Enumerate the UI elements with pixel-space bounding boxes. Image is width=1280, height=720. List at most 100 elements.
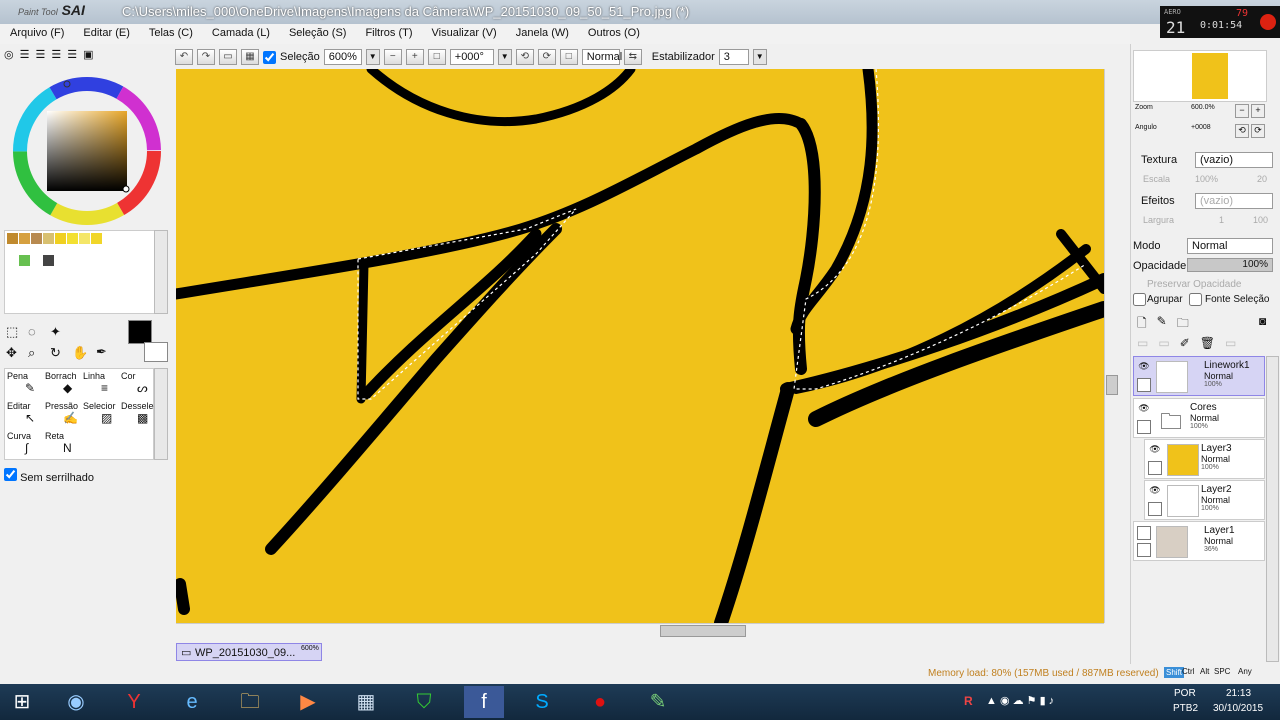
swatch-9[interactable] xyxy=(43,255,54,266)
layer-lock-checkbox[interactable] xyxy=(1137,420,1151,434)
tray-icons[interactable]: ▲ ◉ ☁ ⚑ ▮ ♪ xyxy=(986,694,1054,707)
nav-rotate-left-icon[interactable]: ⟲ xyxy=(1235,124,1249,138)
antialias-row[interactable]: Sem serrilhado xyxy=(4,468,94,484)
opacidade-slider[interactable]: 100% xyxy=(1187,258,1273,272)
yandex-icon[interactable]: Y xyxy=(114,686,154,718)
tool-selecionar[interactable]: Selecior ▨ xyxy=(83,401,121,431)
menu-telas[interactable]: Telas (C) xyxy=(139,24,202,39)
menu-editar[interactable]: Editar (E) xyxy=(73,24,138,39)
undo-icon[interactable]: ↶ xyxy=(175,49,193,65)
primary-color-swatch[interactable] xyxy=(128,320,152,344)
skype-icon[interactable]: S xyxy=(522,686,562,718)
swatch-0[interactable] xyxy=(7,233,18,244)
browser-app-icon[interactable]: ◉ xyxy=(56,686,96,718)
rect-select-icon[interactable]: ⬚ xyxy=(6,324,26,343)
new-folder-icon[interactable]: 🗀 xyxy=(1177,314,1189,330)
tool-linha[interactable]: Linha ≡ xyxy=(83,371,121,401)
menu-arquivo[interactable]: Arquivo (F) xyxy=(0,24,73,39)
modo-dropdown[interactable]: Normal xyxy=(1187,238,1273,254)
media-player-icon[interactable]: ▶ xyxy=(288,686,328,718)
rotate-reset-icon[interactable]: □ xyxy=(559,49,578,65)
magic-wand-icon[interactable]: ✦ xyxy=(50,324,70,343)
eye-icon[interactable]: 👁 xyxy=(1148,444,1162,456)
vertical-scroll-thumb[interactable] xyxy=(1106,375,1118,395)
fonte-selecao-checkbox[interactable] xyxy=(1189,293,1202,306)
lasso-icon[interactable]: ◌ xyxy=(28,324,48,343)
eye-icon[interactable]: 👁 xyxy=(1148,485,1162,497)
layer-lock-checkbox[interactable] xyxy=(1137,378,1151,392)
navigator-preview[interactable] xyxy=(1133,50,1267,102)
layer-item-cores[interactable]: 👁 🗀 Cores Normal 100% xyxy=(1133,398,1265,438)
layer-mask-icon[interactable]: ◙ xyxy=(1259,314,1266,328)
clear-layer-icon[interactable]: ✐ xyxy=(1180,336,1190,352)
menu-outros[interactable]: Outros (O) xyxy=(578,24,649,39)
tool-editar[interactable]: Editar ↖ xyxy=(7,401,45,431)
zoom-in-icon[interactable]: + xyxy=(405,49,424,65)
swatch-2[interactable] xyxy=(31,233,42,244)
selecao-checkbox[interactable] xyxy=(263,50,276,64)
efeitos-dropdown[interactable]: (vazio) xyxy=(1195,193,1273,209)
angle-field[interactable]: +000° xyxy=(449,49,494,65)
layer-item-layer3[interactable]: 👁 Layer3 Normal 100% xyxy=(1144,439,1265,479)
image-viewer-icon[interactable]: ▦ xyxy=(346,686,386,718)
nav-rotate-right-icon[interactable]: ⟳ xyxy=(1251,124,1265,138)
textura-dropdown[interactable]: (vazio) xyxy=(1195,152,1273,168)
record-app-icon[interactable]: ● xyxy=(580,686,620,718)
swatch-8[interactable] xyxy=(19,255,30,266)
hand-icon[interactable]: ✋ xyxy=(72,345,92,364)
scratchpad-icon[interactable]: ▣ xyxy=(83,48,93,66)
swatch-3[interactable] xyxy=(43,233,54,244)
layer-item-layer1[interactable]: Layer1 Normal 36% xyxy=(1133,521,1265,561)
rgb-slider-icon[interactable]: ☰ xyxy=(20,48,30,66)
tray-time[interactable]: 21:13 xyxy=(1226,688,1251,699)
windows-store-icon[interactable]: ⛉ xyxy=(404,686,444,718)
new-linework-layer-icon[interactable]: ✎ xyxy=(1157,314,1167,330)
internet-explorer-icon[interactable]: e xyxy=(172,686,212,718)
menu-selecao[interactable]: Seleção (S) xyxy=(279,24,355,39)
swatch-4[interactable] xyxy=(55,233,66,244)
zoom-reset-icon[interactable]: □ xyxy=(427,49,446,65)
delete-layer-icon[interactable]: 🗑 xyxy=(1200,336,1215,352)
layer-lock-checkbox[interactable] xyxy=(1137,543,1151,557)
flip-icon[interactable]: ⇆ xyxy=(623,49,642,65)
antialias-checkbox[interactable] xyxy=(4,468,17,481)
brush-scrollbar[interactable] xyxy=(154,368,168,460)
eye-icon[interactable]: 👁 xyxy=(1137,403,1151,415)
menu-visualizar[interactable]: Visualizar (V) xyxy=(422,24,506,39)
mixer-icon[interactable]: ☰ xyxy=(51,48,61,66)
tool-pressao[interactable]: Pressão ✍ xyxy=(45,401,83,431)
angle-dropdown-icon[interactable]: ▼ xyxy=(497,49,512,65)
windows-start-icon[interactable]: ⊞ xyxy=(2,686,42,718)
tool-pena[interactable]: Pena ✎ xyxy=(7,371,45,401)
redo-icon[interactable]: ↷ xyxy=(197,49,215,65)
horizontal-scrollbar[interactable] xyxy=(176,623,1104,639)
tray-lang[interactable]: POR xyxy=(1174,688,1196,699)
tray-lang2[interactable]: PTB2 xyxy=(1173,703,1198,714)
swatch-scrollbar[interactable] xyxy=(154,230,168,314)
zoom-field[interactable]: 600% xyxy=(323,49,362,65)
deselect-icon[interactable]: ▭ xyxy=(219,49,237,65)
vertical-scrollbar[interactable] xyxy=(1104,69,1120,623)
layer-item-linework1[interactable]: 👁 Linework1 Normal 100% xyxy=(1133,356,1265,396)
transfer-down-icon[interactable]: ▭ xyxy=(1137,336,1148,352)
menu-camada[interactable]: Camada (L) xyxy=(202,24,279,39)
color-wheel[interactable] xyxy=(10,74,164,228)
menu-janela[interactable]: Janela (W) xyxy=(506,24,578,39)
secondary-color-swatch[interactable] xyxy=(144,342,168,362)
nav-zoom-out-icon[interactable]: − xyxy=(1235,104,1249,118)
flip-mode-field[interactable]: Normal xyxy=(581,49,622,65)
move-icon[interactable]: ✥ xyxy=(6,345,26,364)
copy-layer-icon[interactable]: ▭ xyxy=(1225,336,1236,352)
tool-curva[interactable]: Curva ∫ xyxy=(7,431,45,461)
layer-lock-checkbox[interactable] xyxy=(1148,461,1162,475)
swatch-5[interactable] xyxy=(67,233,78,244)
layer-visibility-checkbox[interactable] xyxy=(1137,526,1151,540)
zoom-icon[interactable]: ⌕ xyxy=(28,345,48,364)
swatch-6[interactable] xyxy=(79,233,90,244)
tray-date[interactable]: 30/10/2015 xyxy=(1213,703,1263,714)
record-icon[interactable] xyxy=(1260,14,1276,30)
nav-zoom-in-icon[interactable]: + xyxy=(1251,104,1265,118)
layer-scrollbar[interactable] xyxy=(1266,356,1279,662)
menu-filtros[interactable]: Filtros (T) xyxy=(355,24,421,39)
zoom-dropdown-icon[interactable]: ▼ xyxy=(365,49,380,65)
